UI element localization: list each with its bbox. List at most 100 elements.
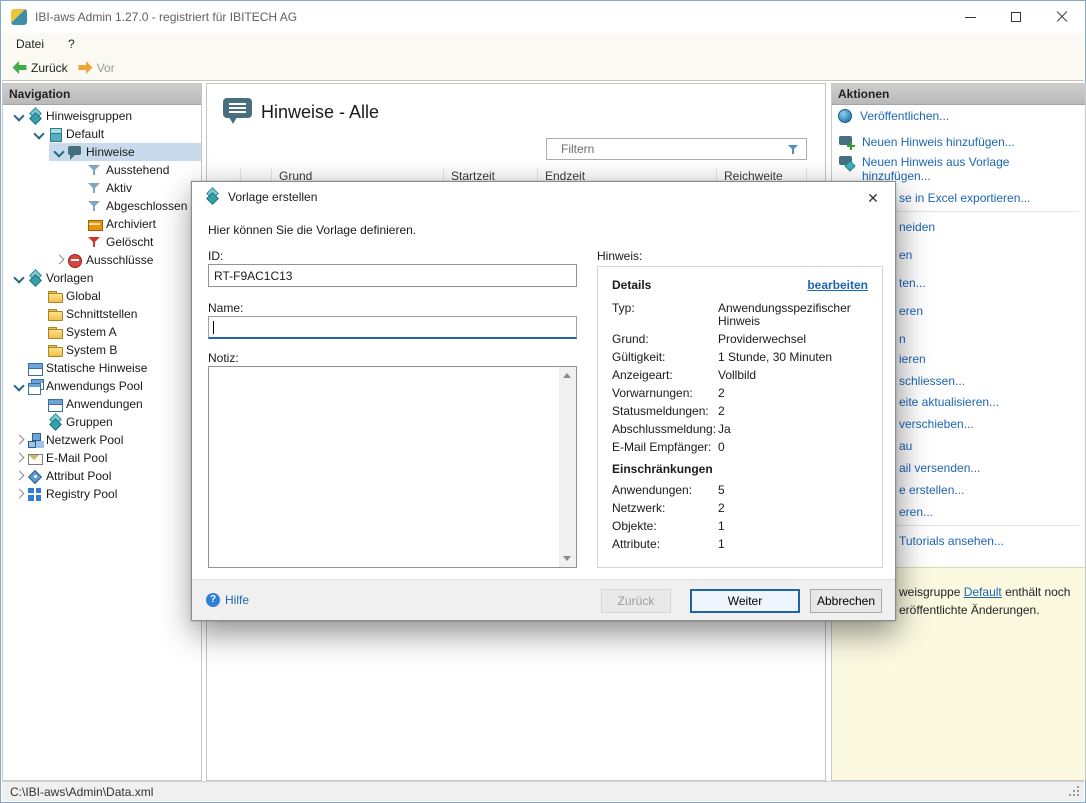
resize-grip[interactable] [1077, 794, 1079, 796]
detail-label: Anzeigeart: [612, 369, 718, 382]
filter-input[interactable] [547, 139, 806, 159]
notiz-textarea[interactable] [208, 366, 577, 568]
groups-icon [47, 415, 63, 430]
chevron-right-icon[interactable] [11, 468, 27, 484]
chevron-right-icon[interactable] [11, 486, 27, 502]
nav-item-global[interactable]: Global [3, 287, 201, 305]
back-arrow-icon [12, 61, 27, 74]
dialog-close-button[interactable]: ✕ [863, 188, 883, 208]
status-path: C:\IBI-aws\Admin\Data.xml [10, 785, 153, 799]
chevron-right-icon[interactable] [11, 450, 27, 466]
forward-arrow-icon [78, 61, 93, 74]
chevron-down-icon[interactable] [11, 378, 27, 394]
notice-text: weisgruppe [899, 585, 964, 599]
nav-item-system-b[interactable]: System B [3, 341, 201, 359]
text-caret [213, 321, 214, 334]
scrollbar[interactable] [559, 367, 576, 567]
action-neuer-hinweis[interactable]: Neuen Hinweis hinzufügen... [838, 135, 1015, 150]
nav-item-abgeschlossen[interactable]: Abgeschlossen [3, 197, 201, 215]
action-link-fragment[interactable]: n [899, 333, 906, 346]
action-hinweis-aus-vorlage[interactable]: Neuen Hinweis aus Vorlage hinzufügen... [838, 155, 1037, 183]
nav-item-system-a[interactable]: System A [3, 323, 201, 341]
scroll-down-button[interactable] [559, 550, 576, 567]
nav-item-geloescht[interactable]: Gelöscht [3, 233, 201, 251]
nav-item-label: Netzwerk Pool [43, 433, 123, 447]
detail-label: Typ: [612, 302, 718, 328]
folder-icon [47, 343, 63, 358]
detail-value: 1 [718, 538, 868, 551]
action-veroeffentlichen[interactable]: Veröffentlichen... [838, 109, 949, 123]
chevron-right-icon[interactable] [11, 432, 27, 448]
action-link-fragment[interactable]: se in Excel exportieren... [899, 192, 1030, 205]
maximize-button[interactable] [993, 1, 1039, 33]
action-link-fragment[interactable]: eren [899, 305, 923, 318]
action-link-fragment[interactable]: verschieben... [899, 418, 974, 431]
nav-item-statische-hinweise[interactable]: Statische Hinweise [3, 359, 201, 377]
action-link-fragment[interactable]: en [899, 249, 912, 262]
action-link-fragment[interactable]: schliessen... [899, 375, 965, 388]
chevron-down-icon[interactable] [31, 126, 47, 142]
detail-value: 1 Stunde, 30 Minuten [718, 351, 868, 364]
restriction-row: Objekte:1 [612, 520, 868, 533]
zurueck-button: Zurück [601, 589, 671, 613]
nav-item-label: Aktiv [103, 181, 132, 195]
nav-item-aktiv[interactable]: Aktiv [3, 179, 201, 197]
nav-item-gruppen[interactable]: Gruppen [3, 413, 201, 431]
action-link-fragment[interactable]: e erstellen... [899, 484, 964, 497]
nav-item-ausschluesse[interactable]: Ausschlüsse [3, 251, 201, 269]
close-button[interactable] [1039, 1, 1085, 33]
nav-item-registry-pool[interactable]: Registry Pool [3, 485, 201, 503]
name-label: Name: [208, 301, 243, 315]
nav-item-attribut-pool[interactable]: Attribut Pool [3, 467, 201, 485]
nav-item-email-pool[interactable]: E-Mail Pool [3, 449, 201, 467]
chevron-down-icon[interactable] [11, 108, 27, 124]
chevron-down-icon[interactable] [11, 270, 27, 286]
action-link-fragment[interactable]: ten... [899, 277, 926, 290]
action-link-fragment[interactable]: ail versenden... [899, 462, 980, 475]
nav-item-anwendungs-pool[interactable]: Anwendungs Pool [3, 377, 201, 395]
nav-item-default[interactable]: Default [3, 125, 201, 143]
name-input[interactable] [208, 316, 577, 339]
nav-item-ausstehend[interactable]: Ausstehend [3, 161, 201, 179]
help-link[interactable]: Hilfe [206, 593, 249, 607]
page-title: Hinweise - Alle [261, 102, 379, 123]
detail-value: 2 [718, 405, 868, 418]
menu-datei[interactable]: Datei [6, 34, 54, 54]
nav-item-schnittstellen[interactable]: Schnittstellen [3, 305, 201, 323]
abbrechen-button[interactable]: Abbrechen [810, 589, 882, 613]
scroll-up-button[interactable] [559, 367, 576, 384]
detail-label: Anwendungen: [612, 484, 718, 497]
nav-item-netzwerk-pool[interactable]: Netzwerk Pool [3, 431, 201, 449]
group-icon [47, 127, 63, 142]
nav-item-label: Hinweisgruppen [43, 109, 132, 123]
nav-item-label: Global [63, 289, 101, 303]
action-link-fragment[interactable]: au [899, 440, 912, 453]
action-link-fragment[interactable]: eren... [899, 506, 933, 519]
back-button[interactable]: Zurück [12, 61, 68, 75]
nav-item-hinweise[interactable]: Hinweise [3, 143, 201, 161]
nav-item-vorlagen[interactable]: Vorlagen [3, 269, 201, 287]
navigation-header: Navigation [3, 84, 201, 105]
chevron-right-icon[interactable] [51, 252, 67, 268]
weiter-button[interactable]: Weiter [690, 589, 800, 613]
nav-item-archiviert[interactable]: Archiviert [3, 215, 201, 233]
actions-header: Aktionen [832, 84, 1085, 105]
detail-value: Ja [718, 423, 868, 436]
app-window: IBI-aws Admin 1.27.0 - registriert für I… [0, 0, 1086, 803]
id-input[interactable] [208, 264, 577, 287]
chevron-down-icon[interactable] [51, 144, 67, 160]
filter-funnel-icon [788, 144, 800, 156]
action-link-fragment[interactable]: neiden [899, 221, 935, 234]
nav-item-anwendungen[interactable]: Anwendungen [3, 395, 201, 413]
menu-help[interactable]: ? [58, 34, 85, 54]
nav-item-hinweisgruppen[interactable]: Hinweisgruppen [3, 107, 201, 125]
forward-button[interactable]: Vor [78, 61, 115, 75]
bearbeiten-link[interactable]: bearbeiten [807, 278, 868, 292]
action-link-fragment[interactable]: Tutorials ansehen... [899, 535, 1004, 548]
detail-label: Statusmeldungen: [612, 405, 718, 418]
action-link-fragment[interactable]: eite aktualisieren... [899, 396, 999, 409]
nav-item-label: Statische Hinweise [43, 361, 147, 375]
minimize-button[interactable] [947, 1, 993, 33]
default-group-link[interactable]: Default [964, 585, 1002, 599]
action-link-fragment[interactable]: ieren [899, 353, 926, 366]
